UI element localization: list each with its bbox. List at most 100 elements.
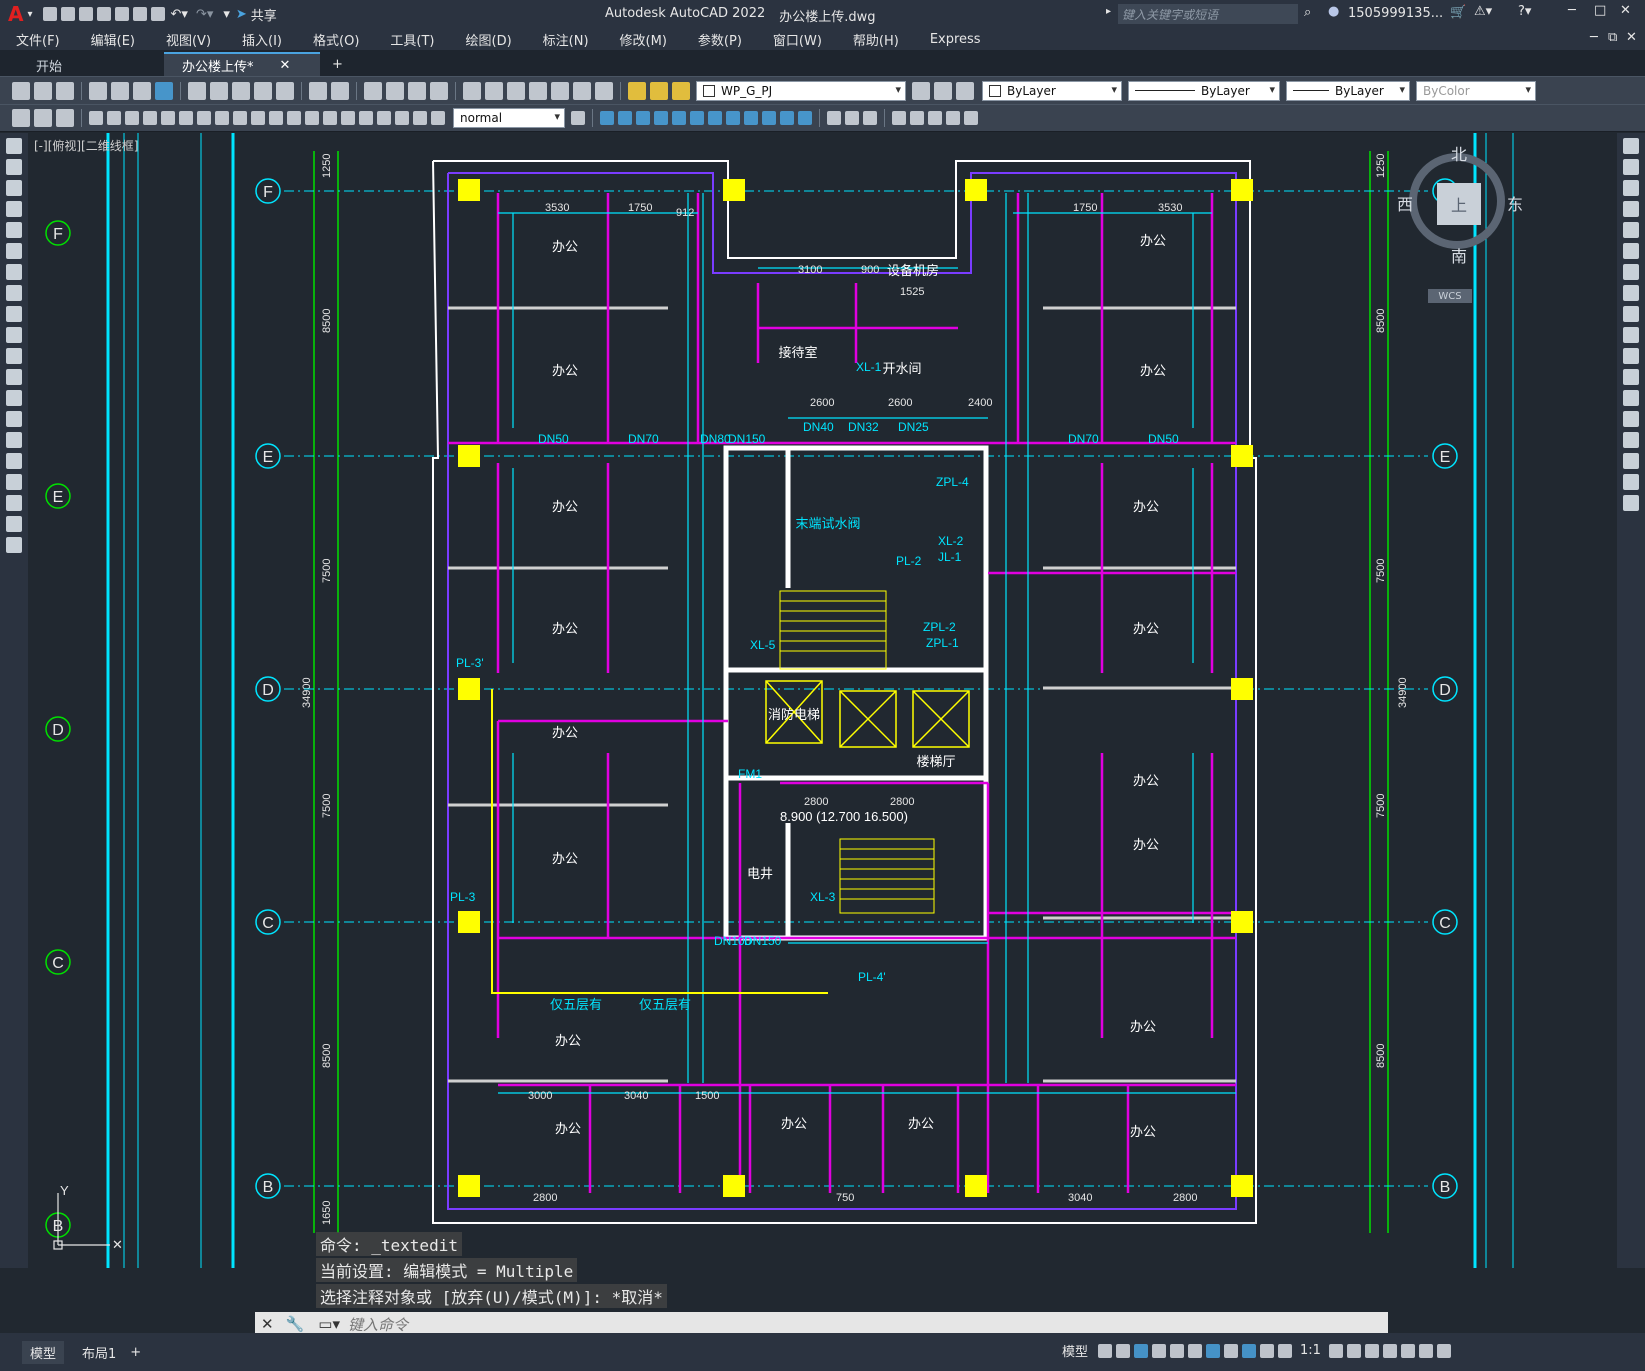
command-customize-icon[interactable]: 🔧: [286, 1315, 305, 1333]
annotation-scale-icon[interactable]: [1278, 1343, 1293, 1358]
layer-lock-icon[interactable]: [672, 81, 690, 100]
print-icon[interactable]: [89, 81, 107, 100]
pan-icon[interactable]: [364, 81, 382, 100]
view-tool-3-icon[interactable]: [636, 111, 650, 125]
point-icon[interactable]: [6, 411, 22, 427]
web-mobile-open-icon[interactable]: [114, 7, 129, 21]
view-tool-7-icon[interactable]: [708, 111, 722, 125]
view-tool-15-icon[interactable]: [863, 111, 877, 125]
user-icon[interactable]: ●: [1328, 4, 1339, 19]
grid-icon[interactable]: [1098, 1343, 1113, 1358]
app-logo-icon[interactable]: A: [8, 2, 23, 26]
region-icon[interactable]: [6, 474, 22, 490]
user-name[interactable]: 1505999135...: [1348, 6, 1443, 21]
save-as-icon[interactable]: [96, 7, 111, 21]
tab-close-icon[interactable]: ✕: [280, 58, 291, 73]
rectangle-icon[interactable]: [6, 222, 22, 238]
fillet-icon[interactable]: [1623, 453, 1639, 469]
menu-draw[interactable]: 绘图(D): [466, 30, 512, 49]
zoom-realtime-icon[interactable]: [386, 81, 404, 100]
customization-menu-icon[interactable]: [1436, 1343, 1451, 1358]
join-icon[interactable]: [1623, 411, 1639, 427]
view-tool-20-icon[interactable]: [964, 111, 978, 125]
command-recent-icon[interactable]: ▭▾: [318, 1315, 340, 1333]
command-input[interactable]: 键入命令: [348, 1314, 408, 1335]
help-tool-icon[interactable]: [595, 81, 613, 100]
minimize-window-icon[interactable]: ─: [1568, 3, 1576, 18]
menu-tools[interactable]: 工具(T): [390, 30, 434, 49]
undo-tool-icon[interactable]: [309, 81, 327, 100]
construction-line-icon[interactable]: [6, 159, 22, 175]
clean-screen-icon[interactable]: [1418, 1343, 1433, 1358]
new-file-icon[interactable]: [42, 7, 57, 21]
make-block-icon[interactable]: [6, 390, 22, 406]
layer-freeze-icon[interactable]: [650, 81, 668, 100]
diameter-dim-icon[interactable]: [197, 111, 211, 125]
wcs-menu[interactable]: WCS: [1428, 289, 1472, 303]
share-button[interactable]: 共享: [251, 5, 277, 24]
print-preview-icon[interactable]: [111, 81, 129, 100]
erase-icon[interactable]: [1623, 138, 1639, 154]
units-icon[interactable]: [1364, 1343, 1379, 1358]
cut-icon[interactable]: [188, 81, 206, 100]
layout-tab-layout1[interactable]: 布局1: [74, 1341, 124, 1364]
drawing-canvas[interactable]: [-][俯视][二维线框] 1250 8500 7500 7500 8500 1…: [28, 133, 1617, 1268]
share-icon[interactable]: ➤: [236, 7, 247, 22]
menu-express[interactable]: Express: [930, 32, 981, 47]
quick-dim-icon[interactable]: [233, 111, 247, 125]
publish-icon[interactable]: [133, 81, 151, 100]
rotate-icon[interactable]: [1623, 264, 1639, 280]
app-menu-chevron-icon[interactable]: ▾: [27, 9, 32, 20]
annotation-visibility-icon[interactable]: [1242, 1343, 1257, 1358]
workspace-gear-icon[interactable]: [1328, 1343, 1343, 1358]
table-icon[interactable]: [6, 495, 22, 511]
move-icon[interactable]: [1623, 243, 1639, 259]
make-object-layer-current-icon[interactable]: [934, 81, 952, 100]
offset-icon[interactable]: [1623, 201, 1639, 217]
dim-text-edit-icon[interactable]: [413, 111, 427, 125]
trim-icon[interactable]: [1623, 327, 1639, 343]
dim-update-icon[interactable]: [431, 111, 445, 125]
explode-icon[interactable]: [1623, 495, 1639, 511]
linear-dim-icon[interactable]: [89, 111, 103, 125]
mirror-icon[interactable]: [1623, 180, 1639, 196]
snap-icon[interactable]: [1116, 1343, 1131, 1358]
text-style-dropdown[interactable]: normal: [453, 108, 565, 128]
layout-tab-model[interactable]: 模型: [22, 1340, 65, 1364]
array-icon[interactable]: [1623, 222, 1639, 238]
view-tool-8-icon[interactable]: [726, 111, 740, 125]
line-icon[interactable]: [6, 138, 22, 154]
spline-icon[interactable]: [6, 306, 22, 322]
view-tool-11-icon[interactable]: [780, 111, 794, 125]
open-icon[interactable]: [34, 81, 52, 100]
viewcube[interactable]: 上 北 南 西 东: [1397, 145, 1523, 266]
baseline-dim-icon[interactable]: [251, 111, 265, 125]
menu-view[interactable]: 视图(V): [166, 30, 211, 49]
inspection-icon[interactable]: [359, 111, 373, 125]
web-mobile-save-icon[interactable]: [132, 7, 147, 21]
undo-icon[interactable]: ↶▾: [171, 7, 188, 22]
angular-dim-icon[interactable]: [215, 111, 229, 125]
view-tool-10-icon[interactable]: [762, 111, 776, 125]
sheet-set-icon[interactable]: [529, 81, 547, 100]
menu-dimension[interactable]: 标注(N): [543, 30, 589, 49]
text-style-icon[interactable]: [34, 109, 52, 127]
menu-insert[interactable]: 插入(I): [242, 30, 282, 49]
continue-dim-icon[interactable]: [269, 111, 283, 125]
mtext-icon[interactable]: [6, 516, 22, 532]
gradient-icon[interactable]: [6, 453, 22, 469]
viewcube-face[interactable]: 上: [1437, 183, 1481, 225]
dim-edit-icon[interactable]: [395, 111, 409, 125]
aligned-dim-icon[interactable]: [107, 111, 121, 125]
layer-properties-icon[interactable]: [912, 81, 930, 100]
dim-style-icon[interactable]: [12, 109, 30, 127]
new-tab-icon[interactable]: +: [332, 57, 343, 72]
revcloud-icon[interactable]: [6, 285, 22, 301]
table-style-icon[interactable]: [56, 109, 74, 127]
arc-icon[interactable]: [6, 243, 22, 259]
dim-break-icon[interactable]: [305, 111, 319, 125]
doc-close-icon[interactable]: ✕: [1626, 30, 1637, 45]
view-tool-2-icon[interactable]: [618, 111, 632, 125]
ellipse-icon[interactable]: [6, 327, 22, 343]
view-tool-18-icon[interactable]: [928, 111, 942, 125]
